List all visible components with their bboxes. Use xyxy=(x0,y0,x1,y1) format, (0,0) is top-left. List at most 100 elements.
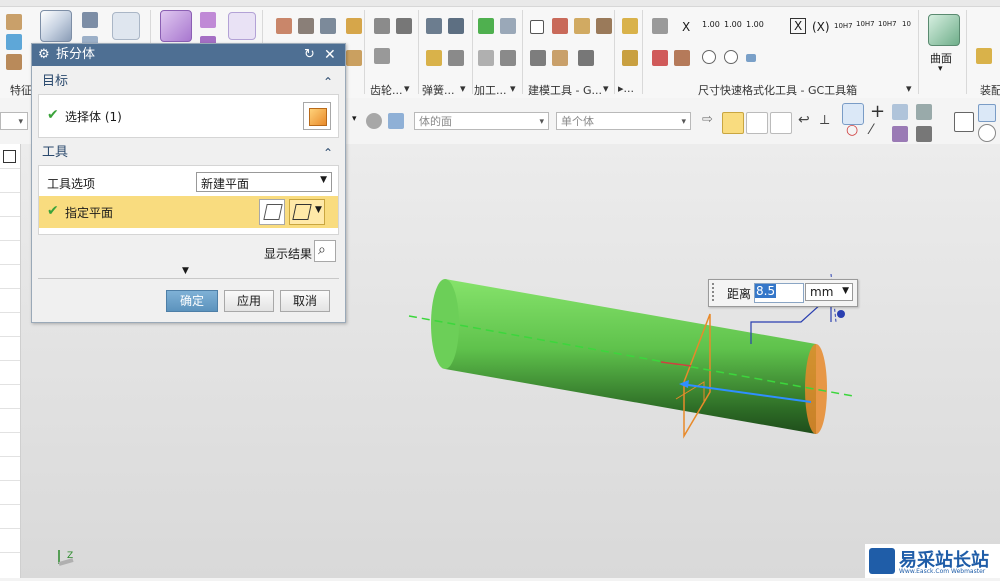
face-rule-combo[interactable]: 体的面 ▾ xyxy=(414,112,549,130)
tolerance-icon[interactable] xyxy=(578,50,594,66)
target-section-header[interactable]: 目标 ⌃ xyxy=(38,70,339,94)
reset-icon[interactable]: ↻ xyxy=(304,44,315,66)
dim-format-7-label[interactable]: 10H7 xyxy=(856,20,875,28)
window-icon[interactable] xyxy=(978,104,996,122)
drag-grip-icon[interactable] xyxy=(712,283,718,301)
split-body-icon[interactable] xyxy=(160,10,192,42)
block-icon[interactable] xyxy=(40,10,72,42)
machining-icon[interactable] xyxy=(478,18,494,34)
filter-dropdown-arrow[interactable]: ▾ xyxy=(352,114,357,124)
edge-blend-icon[interactable] xyxy=(276,18,292,34)
tool-option-select[interactable]: 新建平面 ▼ xyxy=(196,172,332,192)
extrude-icon[interactable] xyxy=(6,14,22,30)
chamfer-icon[interactable] xyxy=(298,18,314,34)
dim-format-3-label[interactable]: 1.00 xyxy=(746,20,764,29)
triangle-icon[interactable] xyxy=(530,20,544,34)
show-result-button[interactable]: ⌕ xyxy=(314,240,336,262)
snap-grid-icon[interactable] xyxy=(722,112,744,134)
point-on-curve-icon[interactable] xyxy=(916,104,932,120)
line-snap-icon[interactable] xyxy=(746,112,768,134)
spring-group-dropdown[interactable]: ▾ xyxy=(460,82,466,95)
specify-plane-row[interactable]: ✔ 指定平面 ▼ xyxy=(39,196,338,228)
gear-2-icon[interactable] xyxy=(396,18,412,34)
modeling-tools-dropdown[interactable]: ▾ xyxy=(603,82,609,95)
offset-face-icon[interactable] xyxy=(346,50,362,66)
move-face-icon[interactable] xyxy=(112,12,140,40)
group-label-assembly[interactable]: 装配 xyxy=(980,82,1000,98)
point-snap-icon[interactable] xyxy=(892,104,908,120)
grid-icon[interactable] xyxy=(574,18,590,34)
dim-format-8-label[interactable]: 10H7 xyxy=(878,20,897,28)
dim-format-6-label[interactable]: 10H7 xyxy=(834,22,853,30)
coins-2-icon[interactable] xyxy=(622,50,638,66)
spring-2-icon[interactable] xyxy=(448,18,464,34)
refresh-icon[interactable] xyxy=(978,124,996,142)
circle-snap-icon[interactable]: ○ xyxy=(846,122,858,138)
dialog-title-bar[interactable]: ⚙ 拆分体 ↻ ✕ xyxy=(32,44,345,66)
trim-body-icon[interactable] xyxy=(200,12,216,28)
cancel-button[interactable]: 取消 xyxy=(280,290,330,312)
spring-4-icon[interactable] xyxy=(448,50,464,66)
dim-format-9-label[interactable]: 10 xyxy=(902,20,911,28)
navigator-toggle-icon[interactable] xyxy=(3,150,16,163)
view-icon[interactable] xyxy=(954,112,974,132)
datum-icon[interactable] xyxy=(6,34,22,50)
machining-group-dropdown[interactable]: ▾ xyxy=(510,82,516,95)
dim-edit-2-icon[interactable] xyxy=(674,50,690,66)
crosshair-icon[interactable]: + xyxy=(870,101,885,122)
diameter-icon[interactable] xyxy=(702,50,716,64)
gear-3-icon[interactable] xyxy=(374,48,390,64)
collapse-tool-icon[interactable]: ⌃ xyxy=(323,141,333,165)
group-label-machining[interactable]: 加工... xyxy=(474,82,507,98)
gear-icon[interactable]: ⚙ xyxy=(38,44,50,66)
coins-icon[interactable] xyxy=(622,18,638,34)
surface-dropdown[interactable]: ▾ xyxy=(938,64,943,74)
machining-4-icon[interactable] xyxy=(500,50,516,66)
curve-snap-icon[interactable]: ↩ xyxy=(798,112,810,128)
solid-filter-icon[interactable] xyxy=(388,113,404,129)
dim-edit-icon[interactable] xyxy=(652,50,668,66)
close-icon[interactable]: ✕ xyxy=(324,44,336,66)
resource-bar[interactable] xyxy=(0,144,21,578)
plane-select-button[interactable] xyxy=(259,199,285,225)
gear-group-dropdown[interactable]: ▾ xyxy=(404,82,410,95)
sync-icon[interactable] xyxy=(228,12,256,40)
ok-button[interactable]: 确定 xyxy=(166,290,218,312)
spring-3-icon[interactable] xyxy=(426,50,442,66)
surface-point-icon[interactable] xyxy=(892,126,908,142)
machining-3-icon[interactable] xyxy=(478,50,494,66)
group-label-spring[interactable]: 弹簧... xyxy=(422,82,455,98)
more-options-icon[interactable]: ▼ xyxy=(182,266,189,276)
perpendicular-icon[interactable]: ⟂ xyxy=(820,112,829,128)
dim-format-dropdown[interactable]: ▾ xyxy=(906,82,912,95)
plane-dialog-button[interactable]: ▼ xyxy=(289,199,325,225)
dim-format-1-label[interactable]: 1.00 xyxy=(702,20,720,29)
line-snap-2-icon[interactable] xyxy=(770,112,792,134)
shell-icon[interactable] xyxy=(320,18,336,34)
collapse-target-icon[interactable]: ⌃ xyxy=(323,70,333,94)
arrow-right-icon[interactable]: ⇨ xyxy=(702,112,713,127)
group-label-dimension-format[interactable]: 尺寸快速格式化工具 - GC工具箱 xyxy=(698,82,857,98)
dim-format-2-label[interactable]: 1.00 xyxy=(724,20,742,29)
bounded-grid-icon[interactable] xyxy=(916,126,932,142)
unite-icon[interactable] xyxy=(82,12,98,28)
unit-select[interactable]: mm ▼ xyxy=(805,283,853,301)
dim-tool-icon[interactable] xyxy=(652,18,668,34)
group-label-modeling-tools[interactable]: 建模工具 - G... xyxy=(528,82,602,98)
tool-section-header[interactable]: 工具 ⌃ xyxy=(38,141,339,165)
diagonal-snap-icon[interactable]: ⁄ xyxy=(870,122,872,138)
draft-icon[interactable] xyxy=(346,18,362,34)
distance-value-field[interactable]: 8.5 xyxy=(754,283,804,303)
spring-icon[interactable] xyxy=(426,18,442,34)
dim-format-x-label[interactable]: X xyxy=(682,20,690,34)
table-icon[interactable] xyxy=(552,18,568,34)
sheet-icon[interactable] xyxy=(530,50,546,66)
dim-format-5-label[interactable]: (X) xyxy=(812,20,830,34)
select-body-button[interactable] xyxy=(303,102,331,130)
select-body-label[interactable]: 选择体 (1) xyxy=(65,108,122,125)
apply-button[interactable]: 应用 xyxy=(224,290,274,312)
body-filter-icon[interactable] xyxy=(366,113,382,129)
body-rule-combo[interactable]: 单个体 ▾ xyxy=(556,112,691,130)
surface-icon[interactable] xyxy=(928,14,960,46)
diameter-2-icon[interactable] xyxy=(724,50,738,64)
